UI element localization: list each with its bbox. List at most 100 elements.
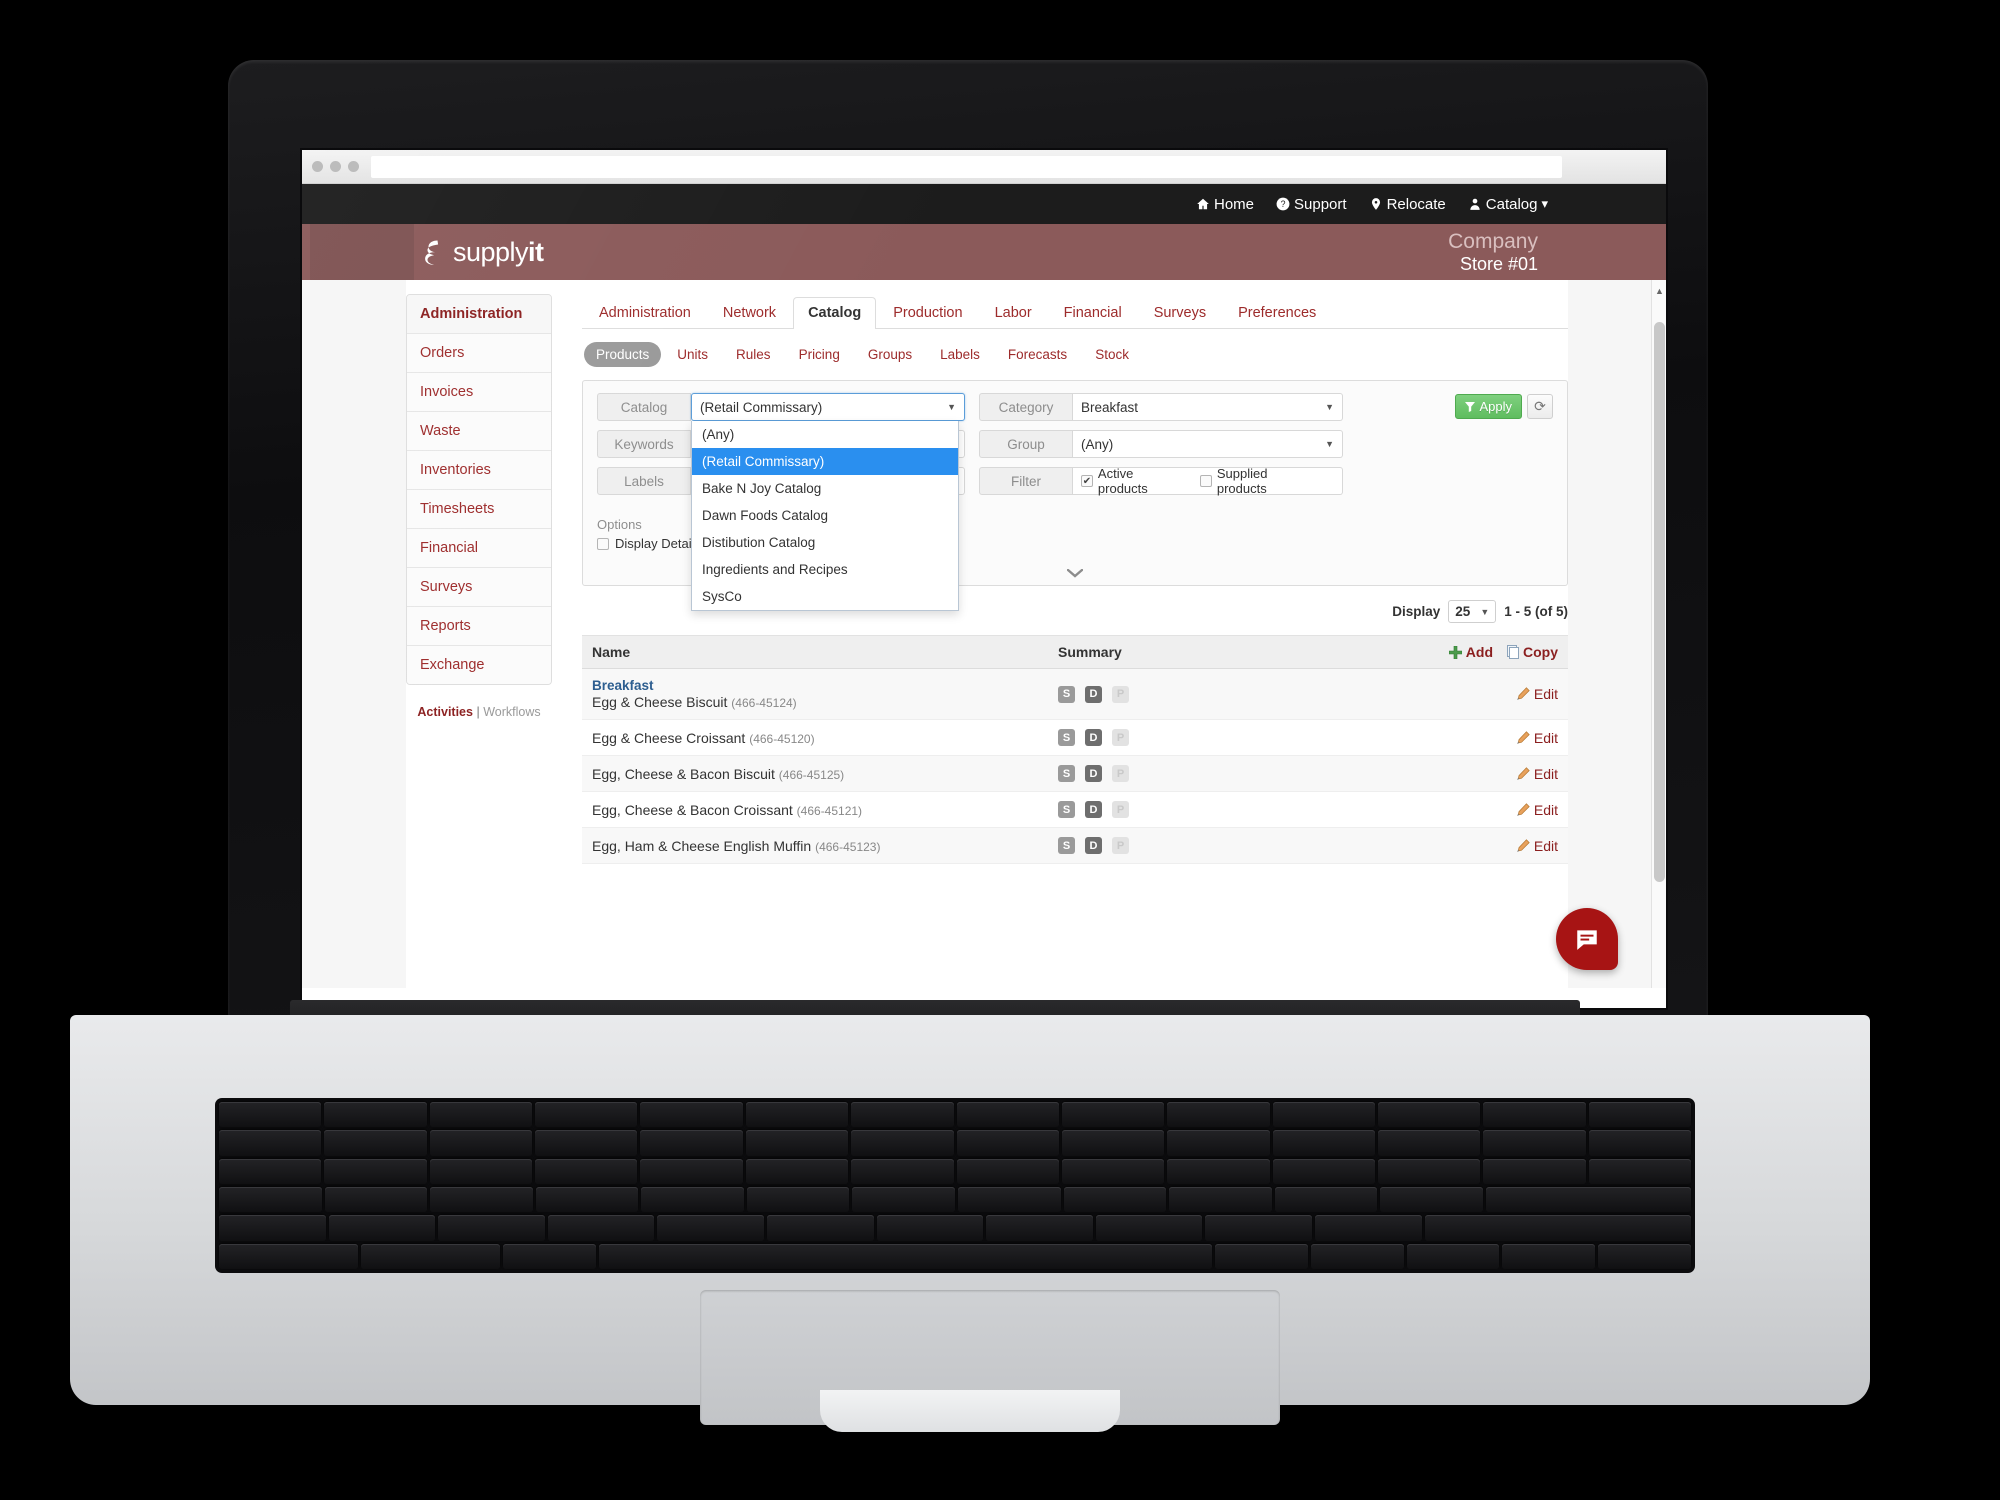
product-sku: (466-45124) bbox=[731, 696, 797, 710]
close-dot[interactable] bbox=[312, 161, 323, 172]
sidebar-item-reports[interactable]: Reports bbox=[407, 607, 551, 646]
table-row[interactable]: Egg, Ham & Cheese English Muffin (466-45… bbox=[582, 828, 1568, 864]
apply-button[interactable]: Apply bbox=[1455, 394, 1522, 419]
tab-network[interactable]: Network bbox=[708, 297, 791, 329]
dropdown-option[interactable]: (Retail Commissary) bbox=[692, 448, 958, 475]
display-detail-checkbox[interactable]: Display Detail bbox=[597, 536, 694, 551]
dropdown-option[interactable]: Ingredients and Recipes bbox=[692, 556, 958, 583]
topnav-item-catalog-user[interactable]: Catalog ▾ bbox=[1468, 196, 1548, 213]
table-row[interactable]: Egg & Cheese Croissant (466-45120) S D P Edi… bbox=[582, 720, 1568, 756]
summary-badges: SDP bbox=[1058, 765, 1358, 782]
page-size-select[interactable]: 25 ▼ bbox=[1448, 600, 1497, 623]
badge-p[interactable]: P bbox=[1112, 801, 1129, 818]
keyboard-key bbox=[956, 1102, 1059, 1128]
app-logo[interactable]: supplyit bbox=[420, 237, 544, 268]
sidebar-item-administration[interactable]: Administration bbox=[407, 295, 551, 334]
subtab-products[interactable]: Products bbox=[584, 342, 662, 367]
result-range-text: 1 - 5 (of 5) bbox=[1504, 604, 1568, 619]
sidebar-item-invoices[interactable]: Invoices bbox=[407, 373, 551, 412]
edit-button[interactable]: Edit bbox=[1516, 686, 1558, 702]
sidebar-link-workflows[interactable]: Workflows bbox=[483, 705, 540, 719]
refresh-button[interactable]: ⟳ bbox=[1527, 394, 1553, 419]
table-row[interactable]: Breakfast Egg & Cheese Biscuit (466-45124… bbox=[582, 669, 1568, 720]
badge-d[interactable]: D bbox=[1085, 685, 1102, 703]
tab-catalog[interactable]: Catalog bbox=[793, 297, 877, 329]
catalog-dropdown-list[interactable]: (Any) (Retail Commissary) Bake N Joy Catal… bbox=[691, 421, 959, 611]
sidebar-item-orders[interactable]: Orders bbox=[407, 334, 551, 373]
sidebar-item-timesheets[interactable]: Timesheets bbox=[407, 490, 551, 529]
subtab-units[interactable]: Units bbox=[665, 342, 720, 367]
minimize-dot[interactable] bbox=[330, 161, 341, 172]
tab-labor[interactable]: Labor bbox=[980, 297, 1047, 329]
maximize-dot[interactable] bbox=[348, 161, 359, 172]
keyboard-key bbox=[1598, 1243, 1692, 1269]
catalog-select[interactable]: (Retail Commissary) ▼ bbox=[691, 393, 965, 421]
dropdown-option[interactable]: SysCo bbox=[692, 583, 958, 610]
topnav-catalog-label: Catalog bbox=[1485, 195, 1538, 213]
active-products-checkbox[interactable]: ✔ Active products bbox=[1081, 466, 1186, 496]
topnav-item-home[interactable]: Home bbox=[1196, 196, 1254, 213]
dropdown-option[interactable]: (Any) bbox=[692, 421, 958, 448]
chevron-down-icon: ▾ bbox=[1541, 196, 1548, 211]
badge-d[interactable]: D bbox=[1085, 729, 1102, 746]
chat-widget-button[interactable] bbox=[1556, 908, 1618, 970]
copy-button[interactable]: Copy bbox=[1507, 644, 1558, 660]
scroll-up-arrow-icon[interactable]: ▲ bbox=[1655, 286, 1664, 296]
badge-p[interactable]: P bbox=[1112, 729, 1129, 746]
url-input[interactable] bbox=[371, 155, 1562, 178]
topnav-item-support[interactable]: ? Support bbox=[1276, 196, 1347, 213]
badge-p[interactable]: P bbox=[1112, 837, 1129, 854]
badge-d[interactable]: D bbox=[1085, 801, 1102, 818]
sidebar-item-surveys[interactable]: Surveys bbox=[407, 568, 551, 607]
sidebar-link-activities[interactable]: Activities bbox=[417, 705, 473, 719]
subtab-labels[interactable]: Labels bbox=[928, 342, 992, 367]
panel-collapse-chevron-icon[interactable] bbox=[1066, 566, 1084, 581]
keyboard-key bbox=[1272, 1130, 1375, 1156]
dropdown-option[interactable]: Bake N Joy Catalog bbox=[692, 475, 958, 502]
subtab-pricing[interactable]: Pricing bbox=[787, 342, 852, 367]
window-controls[interactable] bbox=[312, 161, 359, 172]
table-row[interactable]: Egg, Cheese & Bacon Croissant (466-45121… bbox=[582, 792, 1568, 828]
edit-button[interactable]: Edit bbox=[1516, 766, 1558, 782]
keyboard-key bbox=[1424, 1215, 1692, 1241]
topnav-item-relocate[interactable]: Relocate bbox=[1369, 196, 1446, 213]
sidebar-item-inventories[interactable]: Inventories bbox=[407, 451, 551, 490]
badge-d[interactable]: D bbox=[1085, 837, 1102, 854]
badge-p[interactable]: P bbox=[1112, 685, 1129, 703]
badge-s[interactable]: S bbox=[1058, 685, 1075, 703]
subtab-rules[interactable]: Rules bbox=[724, 342, 783, 367]
subtab-forecasts[interactable]: Forecasts bbox=[996, 342, 1079, 367]
badge-d[interactable]: D bbox=[1085, 765, 1102, 782]
keyboard-key bbox=[1314, 1215, 1422, 1241]
badge-s[interactable]: S bbox=[1058, 801, 1075, 818]
filter-row-catalog: Catalog (Retail Commissary) ▼ bbox=[597, 393, 965, 421]
subtab-groups[interactable]: Groups bbox=[856, 342, 924, 367]
group-select[interactable]: (Any) ▼ bbox=[1073, 430, 1343, 458]
badge-s[interactable]: S bbox=[1058, 729, 1075, 746]
edit-button[interactable]: Edit bbox=[1516, 730, 1558, 746]
sidebar-item-financial[interactable]: Financial bbox=[407, 529, 551, 568]
tab-administration[interactable]: Administration bbox=[584, 297, 706, 329]
page-scrollbar[interactable]: ▲ bbox=[1651, 280, 1666, 988]
keyboard-key bbox=[535, 1158, 638, 1184]
sidebar-item-exchange[interactable]: Exchange bbox=[407, 646, 551, 684]
table-row[interactable]: Egg, Cheese & Bacon Biscuit (466-45125) S… bbox=[582, 756, 1568, 792]
tab-preferences[interactable]: Preferences bbox=[1223, 297, 1331, 329]
tab-financial[interactable]: Financial bbox=[1049, 297, 1137, 329]
add-button[interactable]: Add bbox=[1448, 644, 1493, 660]
subtab-stock[interactable]: Stock bbox=[1083, 342, 1141, 367]
dropdown-option[interactable]: Dawn Foods Catalog bbox=[692, 502, 958, 529]
keyboard-row bbox=[219, 1158, 1692, 1184]
category-select[interactable]: Breakfast ▼ bbox=[1073, 393, 1343, 421]
badge-s[interactable]: S bbox=[1058, 765, 1075, 782]
edit-button[interactable]: Edit bbox=[1516, 838, 1558, 854]
dropdown-option[interactable]: Distibution Catalog bbox=[692, 529, 958, 556]
badge-p[interactable]: P bbox=[1112, 765, 1129, 782]
tab-production[interactable]: Production bbox=[878, 297, 977, 329]
supplied-products-checkbox[interactable]: Supplied products bbox=[1199, 466, 1320, 496]
tab-surveys[interactable]: Surveys bbox=[1139, 297, 1221, 329]
sidebar-item-waste[interactable]: Waste bbox=[407, 412, 551, 451]
edit-button[interactable]: Edit bbox=[1516, 802, 1558, 818]
scrollbar-thumb[interactable] bbox=[1654, 322, 1665, 882]
badge-s[interactable]: S bbox=[1058, 837, 1075, 854]
